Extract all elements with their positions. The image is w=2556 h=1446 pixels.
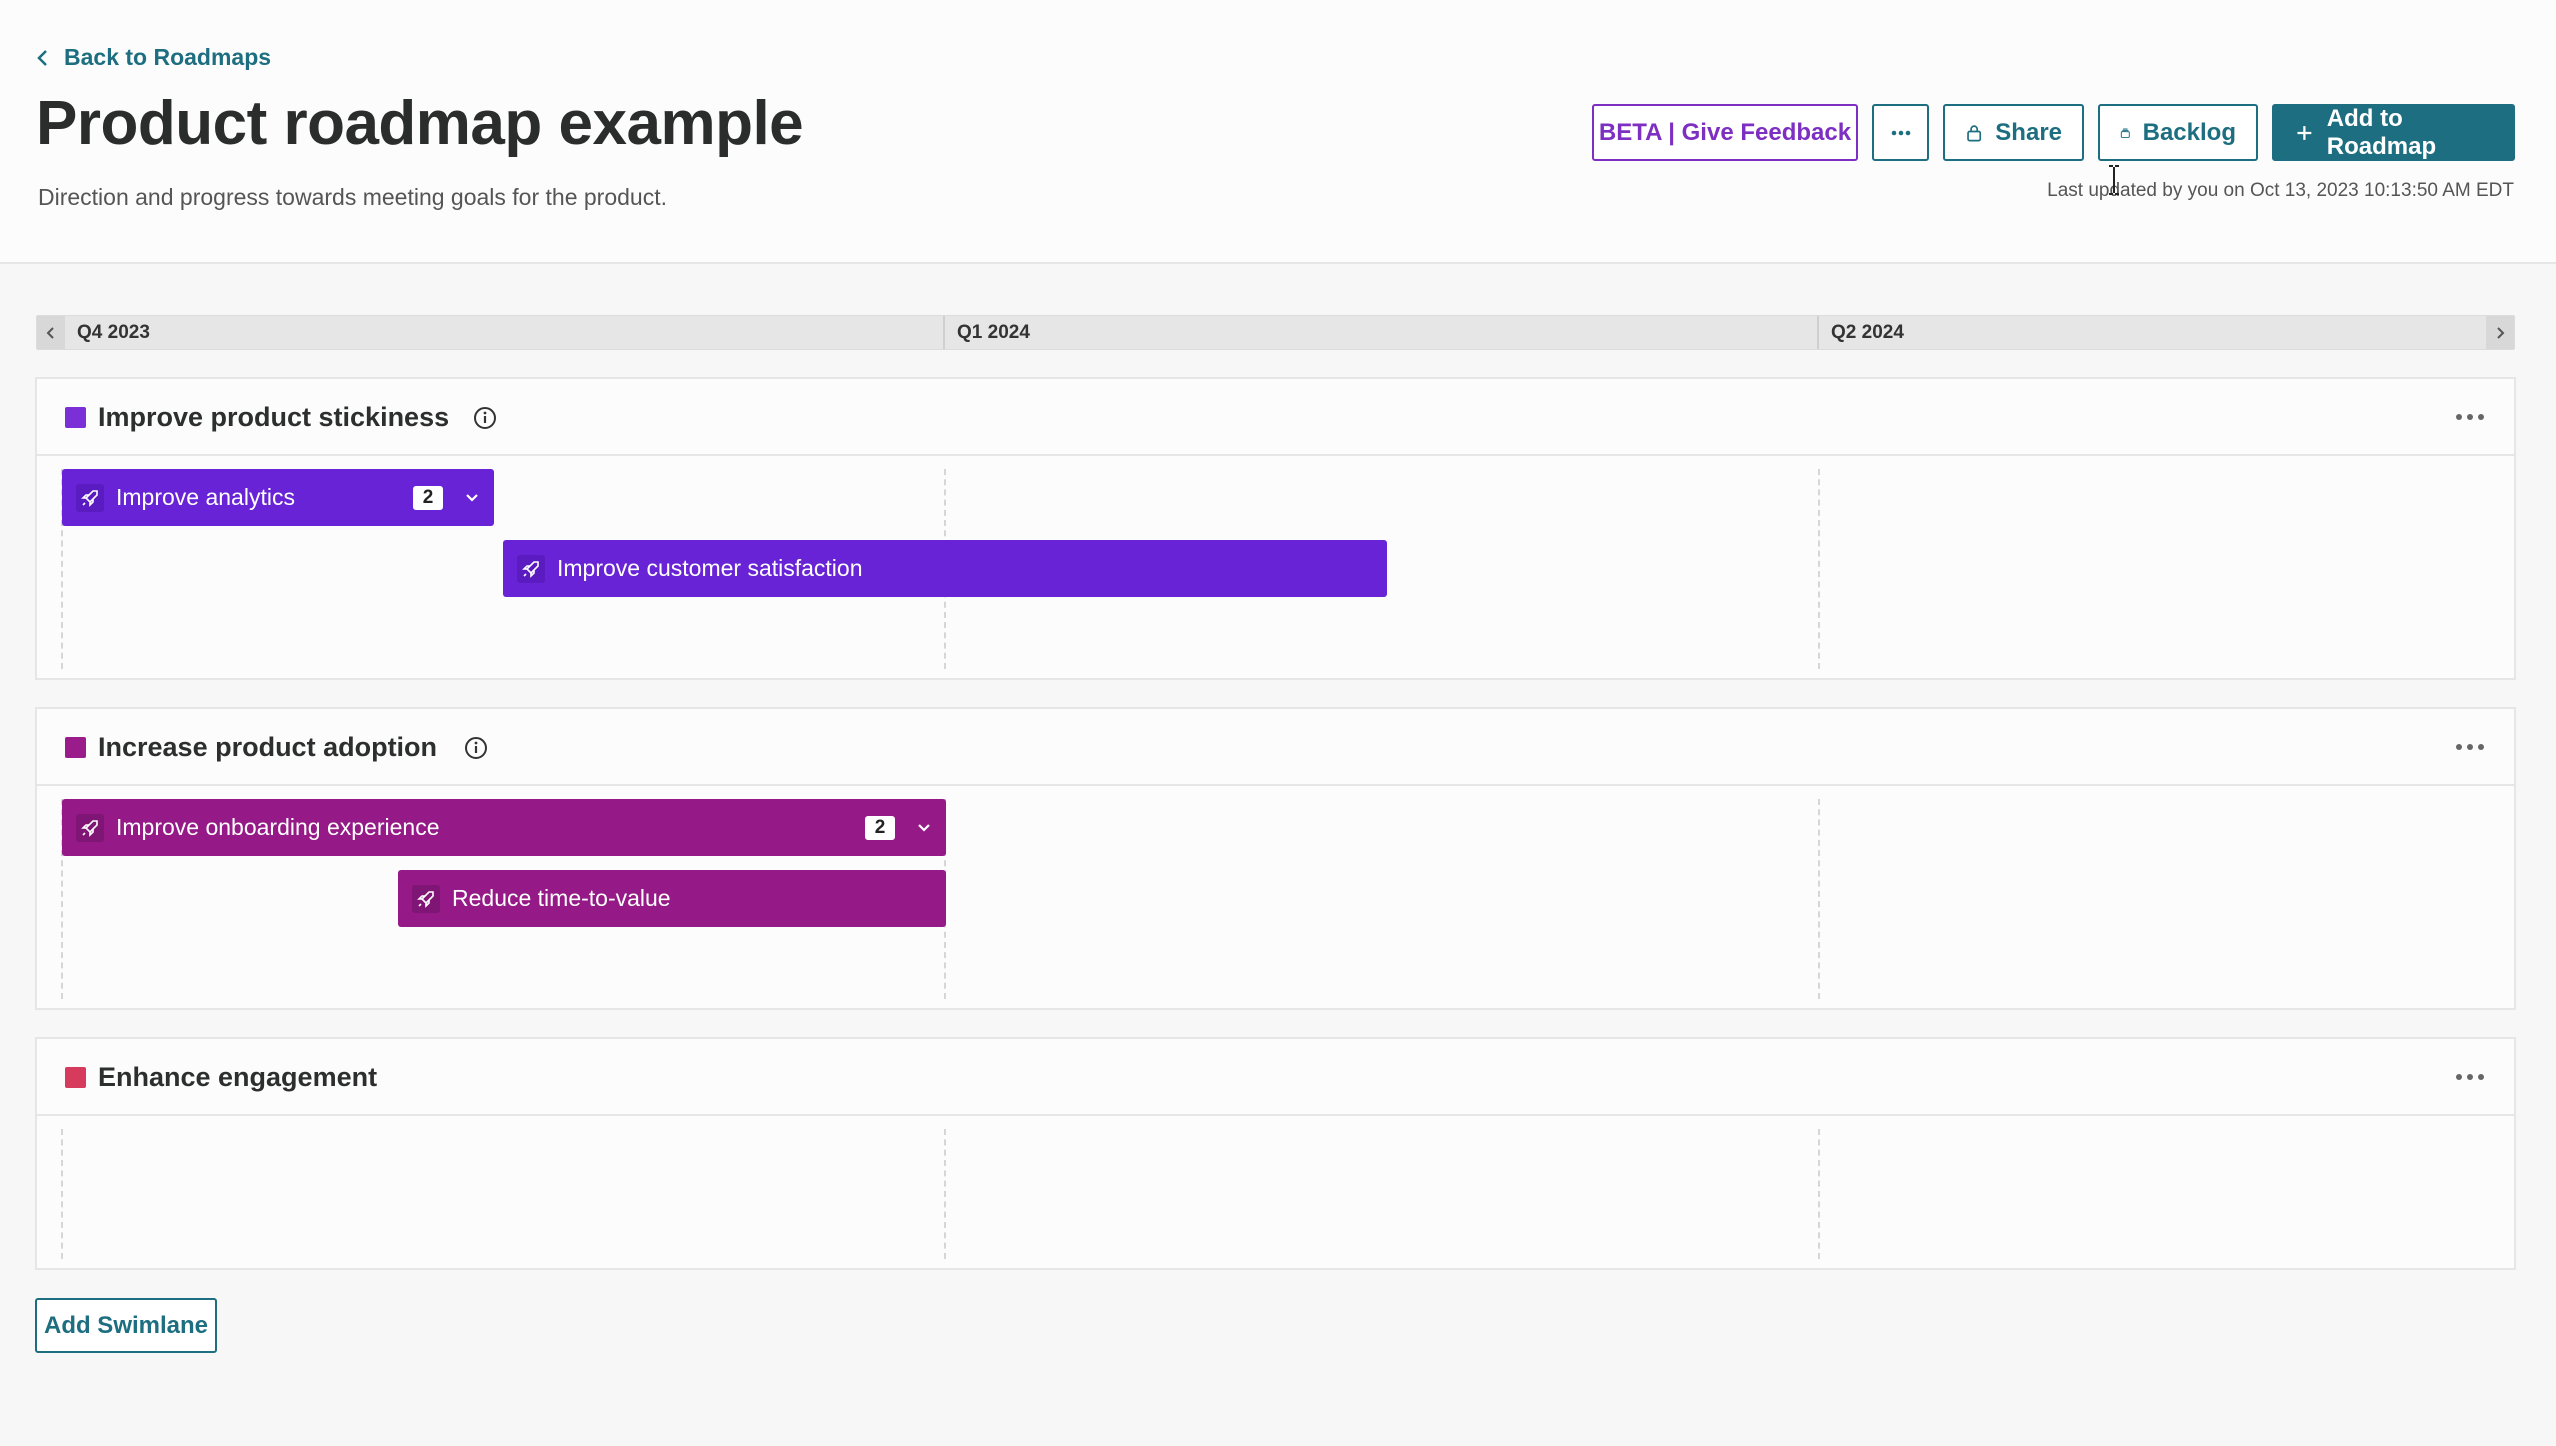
quarter-label: Q4 2023	[77, 322, 150, 343]
item-count-badge: 2	[865, 815, 895, 840]
timeline-divider	[61, 1129, 63, 1259]
roadmap-item[interactable]: Improve analytics 2	[62, 469, 494, 526]
quarter-label: Q2 2024	[1817, 316, 1904, 349]
item-count-badge: 2	[413, 485, 443, 510]
swimlane: Enhance engagement	[35, 1037, 2516, 1270]
more-actions-button[interactable]	[1872, 104, 1929, 161]
swimlane: Increase product adoption Improve onboar…	[35, 707, 2516, 1010]
rocket-icon	[517, 554, 545, 583]
roadmap-item-label: Improve analytics	[116, 484, 295, 510]
timeline-divider	[1818, 799, 1820, 999]
timeline-header: Q4 2023 Q1 2024 Q2 2024	[36, 315, 2515, 350]
swimlane-color-swatch	[65, 1067, 86, 1088]
timeline-divider	[1818, 1129, 1820, 1259]
timeline-divider	[944, 1129, 946, 1259]
back-link-label: Back to Roadmaps	[64, 44, 272, 70]
swimlane-title: Enhance engagement	[98, 1062, 378, 1092]
plus-icon	[2297, 125, 2312, 140]
page-description: Direction and progress towards meeting g…	[38, 184, 667, 210]
quarter-label: Q1 2024	[943, 316, 1030, 349]
chevron-down-icon[interactable]	[464, 492, 480, 504]
roadmap-item-label: Reduce time-to-value	[452, 885, 671, 911]
roadmap-item[interactable]: Reduce time-to-value	[398, 870, 946, 927]
swimlane-menu-icon[interactable]	[2454, 1065, 2486, 1089]
share-button[interactable]: Share	[1943, 104, 2084, 161]
swimlane: Improve product stickiness Improve analy…	[35, 377, 2516, 680]
swimlane-header: Improve product stickiness	[37, 379, 2514, 456]
swimlane-title: Increase product adoption	[98, 732, 438, 762]
text-cursor-icon	[2109, 165, 2119, 195]
chevron-left-icon	[46, 326, 54, 339]
swimlane-title: Improve product stickiness	[98, 402, 450, 432]
roadmap-item-label: Improve customer satisfaction	[557, 555, 863, 581]
chevron-left-icon	[37, 49, 47, 66]
swimlane-header: Enhance engagement	[37, 1039, 2514, 1116]
backlog-icon	[2120, 128, 2130, 138]
rocket-icon	[76, 813, 104, 842]
share-label: Share	[1995, 118, 2062, 146]
add-to-roadmap-label: Add to Roadmap	[2326, 104, 2437, 160]
swimlane-color-swatch	[65, 407, 86, 428]
timeline-divider	[1818, 469, 1820, 669]
more-icon	[1891, 130, 1910, 135]
roadmap-item[interactable]: Improve customer satisfaction	[503, 540, 1387, 597]
backlog-button[interactable]: Backlog	[2098, 104, 2258, 161]
page-header: Back to Roadmaps Product roadmap example…	[0, 0, 2556, 264]
chevron-right-icon	[2497, 326, 2505, 339]
info-icon[interactable]	[464, 736, 488, 760]
swimlane-menu-icon[interactable]	[2454, 405, 2486, 429]
roadmap-item[interactable]: Improve onboarding experience 2	[62, 799, 946, 856]
swimlane-header: Increase product adoption	[37, 709, 2514, 786]
add-swimlane-button[interactable]: Add Swimlane	[35, 1298, 217, 1353]
rocket-icon	[76, 483, 104, 512]
header-actions: BETA | Give Feedback Share Backlog Add t…	[1592, 104, 2515, 161]
rocket-icon	[412, 884, 440, 913]
backlog-label: Backlog	[2142, 118, 2236, 146]
swimlane-menu-icon[interactable]	[2454, 735, 2486, 759]
add-to-roadmap-button[interactable]: Add to Roadmap	[2272, 104, 2515, 161]
timeline-next-button[interactable]	[2486, 316, 2514, 349]
chevron-down-icon[interactable]	[916, 822, 932, 834]
page-title: Product roadmap example	[36, 89, 804, 158]
lock-icon	[1967, 124, 1982, 141]
roadmap-item-label: Improve onboarding experience	[116, 814, 440, 840]
timeline-prev-button[interactable]	[37, 316, 65, 349]
swimlane-color-swatch	[65, 737, 86, 758]
info-icon[interactable]	[473, 406, 497, 430]
beta-feedback-button[interactable]: BETA | Give Feedback	[1592, 104, 1858, 161]
back-to-roadmaps-link[interactable]: Back to Roadmaps	[36, 44, 271, 71]
